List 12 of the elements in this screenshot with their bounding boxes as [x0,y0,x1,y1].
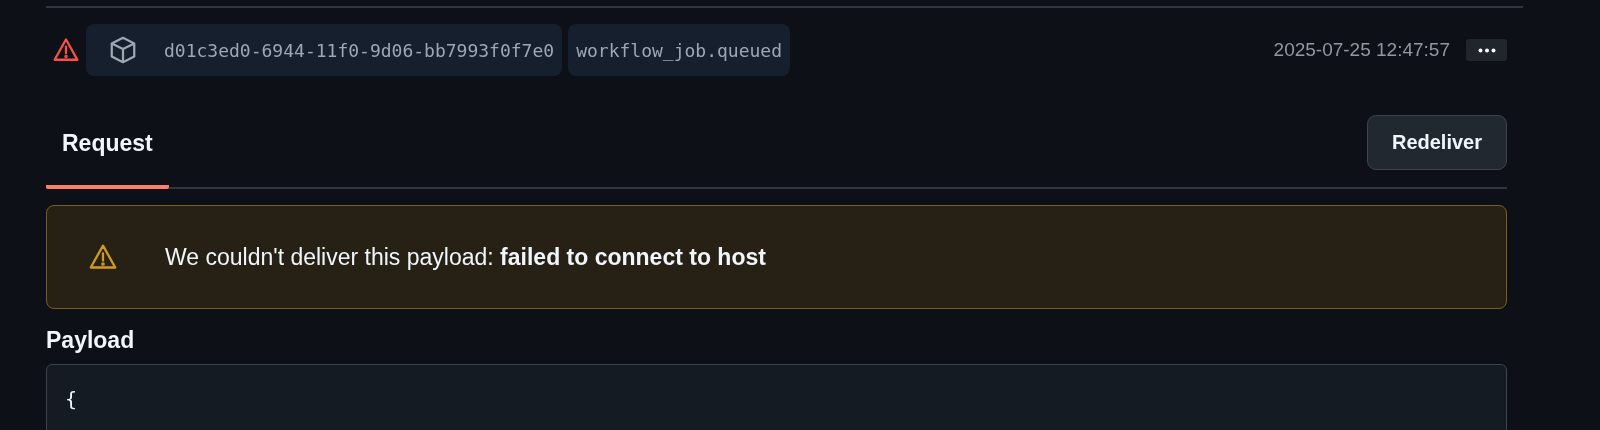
ellipsis-icon [1477,47,1496,53]
section-heading: Payload [46,327,136,354]
delivery-guid[interactable]: d01c3ed0-6944-11f0-9d06-bb7993f0f7e0 [86,24,563,76]
warning-icon [87,243,119,271]
tab[interactable]: Request [46,130,169,189]
code-line: { [65,387,79,411]
box-icon [108,35,138,65]
more-button[interactable] [1466,39,1507,61]
event-tag: workflow_job.queued [568,24,791,76]
redeliver-button[interactable]: Redeliver [1366,115,1507,170]
delivery-time: 2025-07-25 12:47:57 [1273,39,1450,61]
alert-message: We couldn't deliver this payload: failed to connect to host [165,243,766,271]
